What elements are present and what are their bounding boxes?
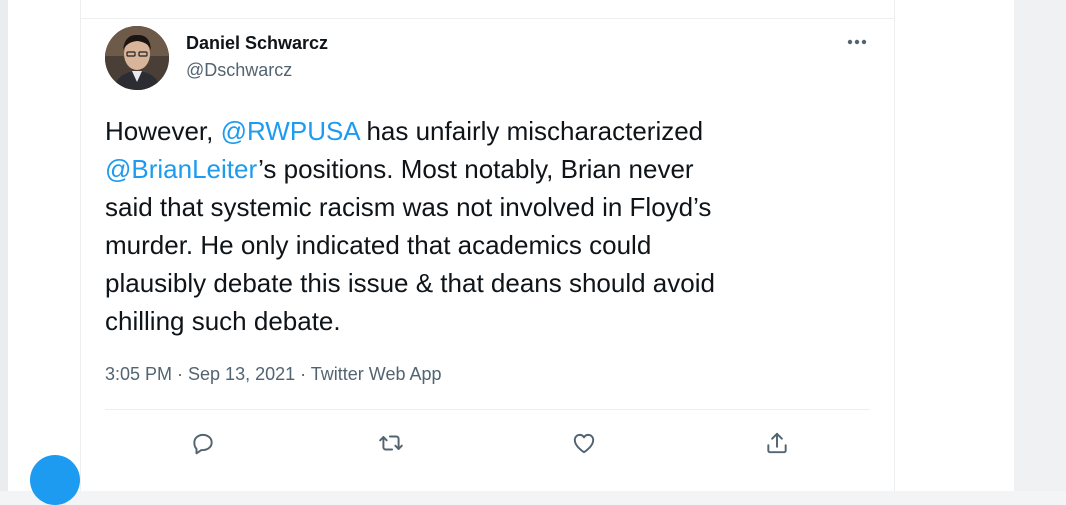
tweet-text-line: said that systemic racism was not involv… (105, 188, 865, 226)
retweet-button[interactable] (374, 428, 408, 458)
more-options-button[interactable] (839, 30, 875, 54)
reply-button[interactable] (186, 428, 220, 458)
tweet-text-line: plausibly debate this issue & that deans… (105, 264, 865, 302)
tweet-text-segment: murder. He only indicated that academics… (105, 230, 652, 260)
tweet-card: Daniel Schwarcz @Dschwarcz However, @RWP… (80, 0, 895, 491)
author-name[interactable]: Daniel Schwarcz (186, 33, 328, 54)
heart-icon (573, 433, 595, 454)
tweet-text-segment: ’s positions. Most notably, Brian never (258, 154, 694, 184)
right-sidebar-panel (1014, 0, 1066, 491)
reply-icon (193, 433, 213, 455)
tweet-text-line: chilling such debate. (105, 302, 865, 340)
tweet-text-segment: has unfairly mischaracterized (359, 116, 704, 146)
avatar[interactable] (105, 26, 169, 90)
share-button[interactable] (760, 428, 794, 458)
retweet-icon (379, 435, 403, 451)
timestamp-divider (105, 409, 870, 410)
tweet-text-line: murder. He only indicated that academics… (105, 226, 865, 264)
avatar-image (105, 26, 169, 90)
tweet-timestamp[interactable]: 3:05 PM · Sep 13, 2021 · Twitter Web App (105, 364, 442, 385)
share-icon (767, 432, 787, 454)
author-handle[interactable]: @Dschwarcz (186, 60, 292, 81)
like-button[interactable] (567, 428, 601, 458)
tweet-text-segment: However, (105, 116, 221, 146)
tweet-text-segment: plausibly debate this issue & that deans… (105, 268, 715, 298)
top-divider (81, 18, 894, 19)
tweet-text-segment: said that systemic racism was not involv… (105, 192, 712, 222)
mention-link[interactable]: @RWPUSA (221, 116, 360, 146)
tweet-text: However, @RWPUSA has unfairly mischaract… (105, 112, 865, 340)
tweet-text-segment: chilling such debate. (105, 306, 341, 336)
more-icon (847, 39, 867, 45)
tweet-text-line: @BrianLeiter’s positions. Most notably, … (105, 150, 865, 188)
tweet-text-line: However, @RWPUSA has unfairly mischaract… (105, 112, 865, 150)
mention-link[interactable]: @BrianLeiter (105, 154, 258, 184)
compose-fab-button[interactable] (30, 455, 80, 505)
left-gutter (0, 0, 8, 491)
